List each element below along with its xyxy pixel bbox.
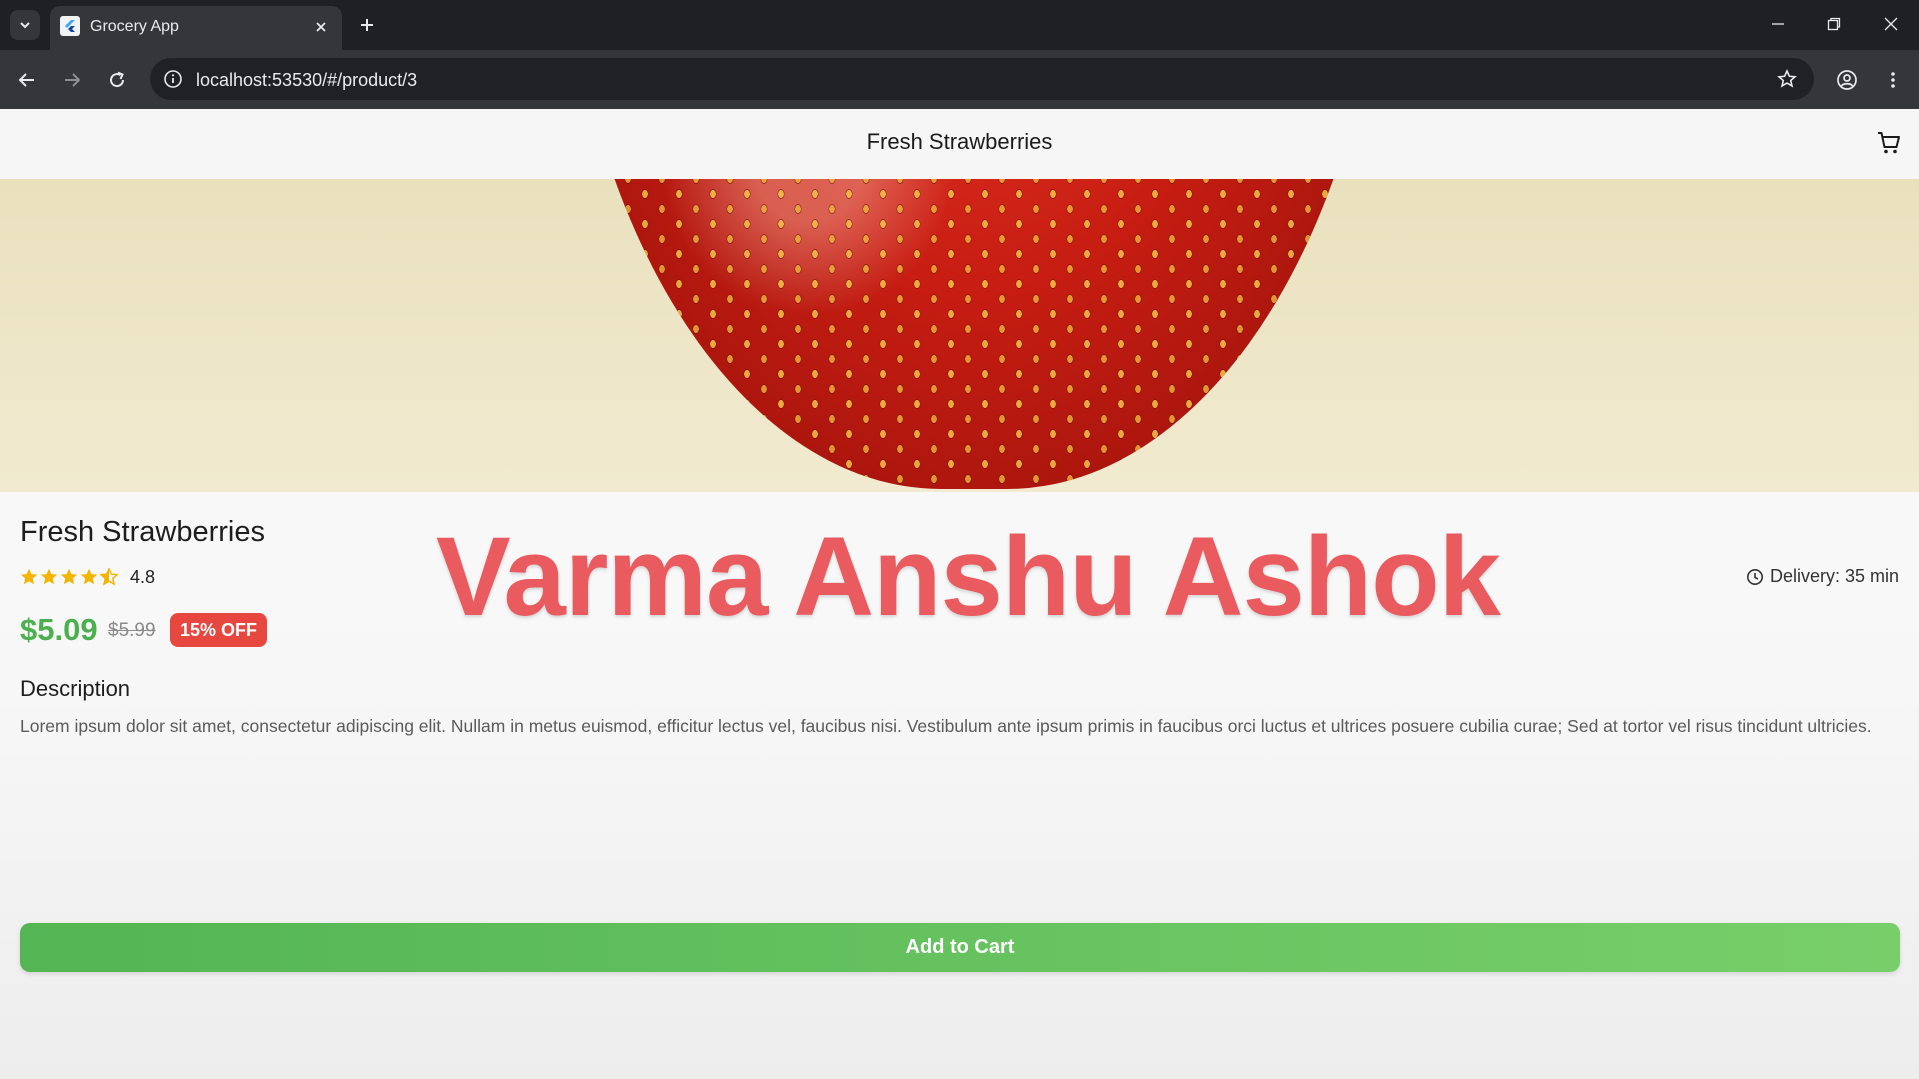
star-icon — [20, 568, 38, 585]
minimize-button[interactable] — [1758, 6, 1798, 42]
browser-tab[interactable]: Grocery App — [50, 6, 342, 50]
delivery-time: Delivery: 35 min — [1746, 566, 1899, 587]
star-icon — [80, 568, 98, 585]
clock-icon — [1746, 568, 1763, 585]
bookmark-star-button[interactable] — [1774, 66, 1800, 92]
discount-badge: 15% OFF — [170, 613, 268, 647]
shopping-cart-icon — [1878, 132, 1900, 154]
profile-button[interactable] — [1830, 63, 1864, 97]
watermark-text: Varma Anshu Ashok — [436, 514, 1501, 639]
description-heading: Description — [20, 676, 131, 701]
arrow-right-icon — [65, 73, 81, 87]
delivery-label: Delivery: 35 min — [1769, 566, 1899, 586]
app-viewport: Fresh Strawberries Fresh Strawberries 4.… — [0, 109, 1919, 1079]
reload-icon — [110, 71, 125, 88]
browser-tabstrip: Grocery App — [0, 0, 1919, 50]
rating-value: 4.8 — [130, 567, 156, 587]
address-bar[interactable]: localhost:53530/#/product/3 — [150, 58, 1814, 100]
profile-icon — [1837, 70, 1857, 90]
cart-button[interactable] — [1871, 125, 1907, 161]
back-button[interactable] — [10, 63, 44, 97]
forward-button[interactable] — [55, 63, 89, 97]
star-icon — [40, 568, 58, 585]
chevron-down-icon — [20, 22, 30, 29]
arrow-left-icon — [18, 73, 34, 87]
site-info-icon[interactable] — [160, 66, 186, 92]
tab-close-button[interactable] — [310, 16, 332, 38]
flutter-favicon-icon — [60, 16, 80, 36]
description-text: Lorem ipsum dolor sit amet, consectetur … — [20, 716, 1872, 736]
minimize-icon — [1772, 23, 1784, 25]
reload-button[interactable] — [100, 63, 134, 97]
new-tab-button[interactable] — [352, 10, 382, 40]
more-vert-icon — [1891, 72, 1895, 88]
tab-title: Grocery App — [90, 18, 179, 35]
star-icon — [60, 568, 78, 585]
app-bar: Fresh Strawberries — [0, 109, 1919, 179]
add-to-cart-button[interactable]: Add to Cart — [20, 923, 1900, 972]
close-icon — [316, 22, 326, 32]
url-text: localhost:53530/#/product/3 — [196, 70, 418, 90]
close-icon — [1884, 17, 1898, 31]
restore-icon — [1827, 17, 1841, 31]
star-outline-icon — [1777, 69, 1797, 88]
close-window-button[interactable] — [1871, 6, 1911, 42]
strawberry-image — [560, 179, 1388, 489]
restore-button[interactable] — [1814, 6, 1854, 42]
current-price: $5.09 — [20, 612, 98, 647]
app-bar-title: Fresh Strawberries — [866, 129, 1053, 154]
plus-icon — [361, 19, 373, 31]
original-price: $5.99 — [108, 620, 156, 641]
rating-stars — [20, 568, 118, 586]
product-name: Fresh Strawberries — [20, 516, 265, 548]
browser-toolbar: localhost:53530/#/product/3 — [0, 50, 1919, 109]
star-half-icon — [100, 568, 118, 586]
tab-search-button[interactable] — [10, 10, 40, 40]
browser-menu-button[interactable] — [1876, 63, 1910, 97]
product-image — [0, 179, 1919, 492]
